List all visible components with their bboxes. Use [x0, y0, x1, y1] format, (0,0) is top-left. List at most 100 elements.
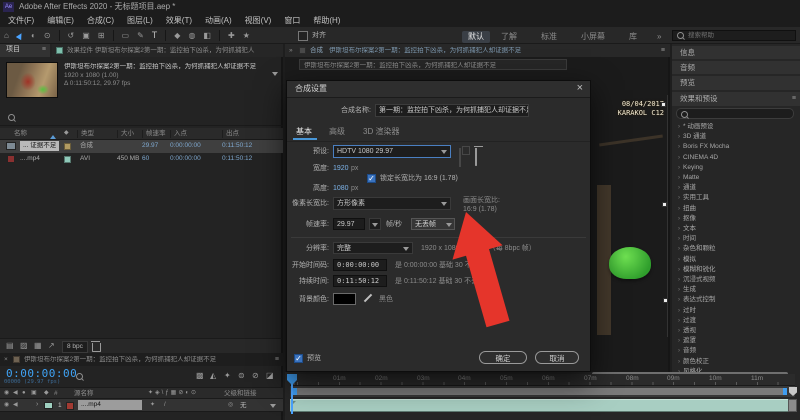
video-frame[interactable]: 08/04/2017 KARAKOL C12 — [597, 95, 668, 337]
align-checkbox[interactable] — [298, 31, 308, 41]
effect-category[interactable]: ›时间 — [678, 234, 798, 244]
menu-layer[interactable]: 图层(L) — [127, 16, 153, 26]
selection-handle-bottom[interactable] — [663, 298, 668, 303]
roto-brush-tool-icon[interactable]: ✚ — [228, 32, 235, 40]
dialog-title-bar[interactable]: 合成设置 × — [287, 81, 590, 98]
effect-category[interactable]: ›过时 — [678, 306, 798, 316]
menu-window[interactable]: 窗口 — [284, 16, 300, 26]
preset-copy-icon[interactable] — [459, 148, 461, 167]
effect-category[interactable]: ›模拟 — [678, 255, 798, 265]
workspace-learn-tab[interactable]: 了解 — [501, 32, 517, 42]
puppet-pin-tool-icon[interactable]: ★ — [243, 32, 250, 40]
layer-bar-end-cap[interactable] — [788, 399, 797, 412]
layer-expander-icon[interactable]: › — [36, 401, 38, 408]
preview-checkbox[interactable]: ✓ — [294, 354, 303, 363]
layer-eye-icon[interactable]: ◉ — [4, 402, 9, 408]
lock-aspect-checkbox[interactable]: ✓ — [367, 174, 376, 183]
panel-menu-icon[interactable]: ≡ — [42, 46, 46, 53]
new-composition-icon[interactable]: ▦ — [34, 342, 42, 350]
help-search-box[interactable]: 搜索帮助 — [672, 30, 796, 41]
effect-category[interactable]: ›文本 — [678, 224, 798, 234]
effect-category[interactable]: ›通道 — [678, 183, 798, 193]
work-area-end-handle[interactable] — [783, 388, 787, 395]
project-tab[interactable]: 项目 ≡ — [0, 44, 50, 57]
selection-handle-middle[interactable] — [662, 202, 667, 207]
workspace-default-tab[interactable]: 默认 — [462, 31, 490, 43]
start-timecode-input[interactable]: 0:00:00:00 — [333, 259, 387, 271]
pixel-aspect-dropdown[interactable]: 方形像素 — [333, 197, 451, 210]
tab-3d-renderer[interactable]: 3D 渲染器 — [363, 127, 399, 137]
layer-parent-dropdown[interactable]: 无 — [240, 402, 247, 410]
workspace-standard-tab[interactable]: 标准 — [541, 32, 557, 42]
menu-effect[interactable]: 效果(T) — [166, 16, 192, 26]
effect-category[interactable]: ›生成 — [678, 285, 798, 295]
mini-flowchart-icon[interactable]: ▩ — [196, 372, 204, 380]
preset-delete-icon[interactable] — [475, 148, 477, 166]
layer-duration-bar[interactable] — [290, 399, 788, 412]
menu-help[interactable]: 帮助(H) — [313, 16, 340, 26]
dialog-close-icon[interactable]: × — [577, 82, 583, 94]
effect-category[interactable]: ›实用工具 — [678, 193, 798, 203]
layer-audio-icon[interactable]: ◀ — [13, 402, 18, 408]
rotation-tool-icon[interactable]: ↺ — [68, 32, 75, 40]
color-depth-button[interactable]: 8 bpc — [62, 341, 88, 353]
effect-category[interactable]: ›音频 — [678, 346, 798, 356]
effect-category[interactable]: ›* 动画预设 — [678, 122, 798, 132]
menu-edit[interactable]: 编辑(E) — [47, 16, 74, 26]
effect-category[interactable]: ›杂色和颗粒 — [678, 244, 798, 254]
frame-rate-input[interactable]: 29.97 — [333, 218, 365, 230]
timeline-panel-menu-icon[interactable]: ≡ — [275, 356, 279, 363]
project-row-composition[interactable]: ... 证据不足 合成 29.97 0:00:00:00 0:11:50:12 — [0, 140, 283, 153]
viewer-chevron[interactable]: » — [289, 47, 293, 55]
pan-behind-tool-icon[interactable]: ⊞ — [98, 32, 105, 40]
effect-category[interactable]: ›沉浸式视频 — [678, 275, 798, 285]
viewer-tab-label[interactable]: 合成 — [310, 47, 323, 55]
effect-category[interactable]: ›表达式控制 — [678, 295, 798, 305]
parent-caret-icon[interactable] — [270, 404, 276, 411]
draft-3d-icon[interactable]: ◭ — [210, 372, 216, 380]
pickwhip-icon[interactable]: ◎ — [228, 402, 233, 408]
effect-category[interactable]: ›CINEMA 4D — [678, 153, 798, 163]
layer-label-chip[interactable] — [44, 402, 53, 409]
comp-marker-bin-icon[interactable] — [789, 387, 797, 396]
motion-blur-icon[interactable]: ⊘ — [252, 372, 259, 380]
viewer-tab-title[interactable]: 伊斯坦布尔探案2第一期：监控拍下凶杀，为何抓捕犯人却证据不足 — [329, 47, 639, 55]
frame-rate-caret-button[interactable] — [369, 218, 381, 230]
effect-category[interactable]: ›过渡 — [678, 316, 798, 326]
camera-tool-icon[interactable]: ▣ — [82, 32, 90, 40]
effect-category[interactable]: ›模糊和锐化 — [678, 265, 798, 275]
project-row-footage[interactable]: ....mp4 AVI 450 MB 60 0:00:00:00 0:11:50… — [0, 153, 283, 166]
menu-view[interactable]: 视图(V) — [245, 16, 272, 26]
brush-tool-icon[interactable]: ◆ — [174, 32, 180, 40]
height-value[interactable]: 1080 — [333, 185, 349, 193]
type-tool-icon[interactable]: T — [152, 31, 158, 40]
zoom-tool-icon[interactable]: ⊙ — [44, 32, 51, 40]
duration-input[interactable]: 0:11:50:12 — [333, 275, 387, 287]
effect-category[interactable]: ›遮罩 — [678, 336, 798, 346]
comp-name-input[interactable]: 第一期：监控拍下凶杀，为何抓捕犯人却证据不足 — [375, 104, 529, 117]
effect-category[interactable]: ›Matte — [678, 173, 798, 183]
tab-advanced[interactable]: 高级 — [329, 127, 345, 137]
clone-stamp-tool-icon[interactable]: ◍ — [188, 32, 195, 40]
effects-presets-panel-tab[interactable]: 效果和预设 — [672, 92, 800, 106]
workspace-small-screen-tab[interactable]: 小屏幕 — [581, 32, 605, 42]
effect-controls-tab[interactable]: 效果控件 伊斯坦布尔探案2第一期：监控拍下凶杀，为何抓捕犯人 — [52, 44, 283, 57]
project-search-row[interactable] — [0, 108, 283, 126]
viewer-panel-menu-icon[interactable]: ≡ — [661, 47, 665, 54]
trash-icon[interactable] — [92, 343, 101, 352]
new-folder-icon[interactable]: ▨ — [20, 342, 28, 350]
effect-category[interactable]: ›颜色校正 — [678, 357, 798, 367]
work-area-start-handle[interactable] — [293, 388, 297, 395]
workspace-overflow-chevron[interactable]: » — [657, 32, 661, 42]
effect-category[interactable]: ›抠像 — [678, 214, 798, 224]
timeline-tab-close-icon[interactable]: × — [4, 356, 8, 364]
parent-link-col[interactable]: 父级和链接 — [224, 390, 257, 398]
render-queue-icon[interactable]: ↗ — [48, 342, 55, 350]
hide-shy-icon[interactable]: ✦ — [224, 372, 231, 380]
layer-name[interactable]: ....mp4 — [78, 400, 142, 410]
time-ruler[interactable]: 01m 02m 03m 04m 05m 06m 07m 08m 09m 10m … — [290, 374, 795, 386]
effect-category[interactable]: ›Keying — [678, 163, 798, 173]
width-value[interactable]: 1920 — [333, 165, 349, 173]
menu-file[interactable]: 文件(F) — [8, 16, 34, 26]
menu-animation[interactable]: 动画(A) — [205, 16, 232, 26]
